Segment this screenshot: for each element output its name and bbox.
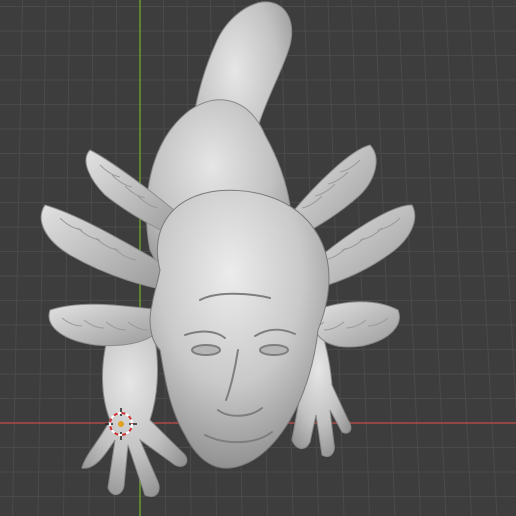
grid-line	[468, 0, 498, 516]
grid-line	[37, 0, 47, 516]
grid-line	[398, 0, 421, 516]
grid-line	[421, 0, 447, 516]
grid-line	[12, 0, 23, 516]
viewport-canvas[interactable]	[0, 0, 516, 516]
grid-line	[63, 0, 70, 516]
grid-line	[492, 0, 516, 413]
grid-line	[445, 0, 472, 516]
3d-viewport[interactable]	[0, 0, 516, 516]
